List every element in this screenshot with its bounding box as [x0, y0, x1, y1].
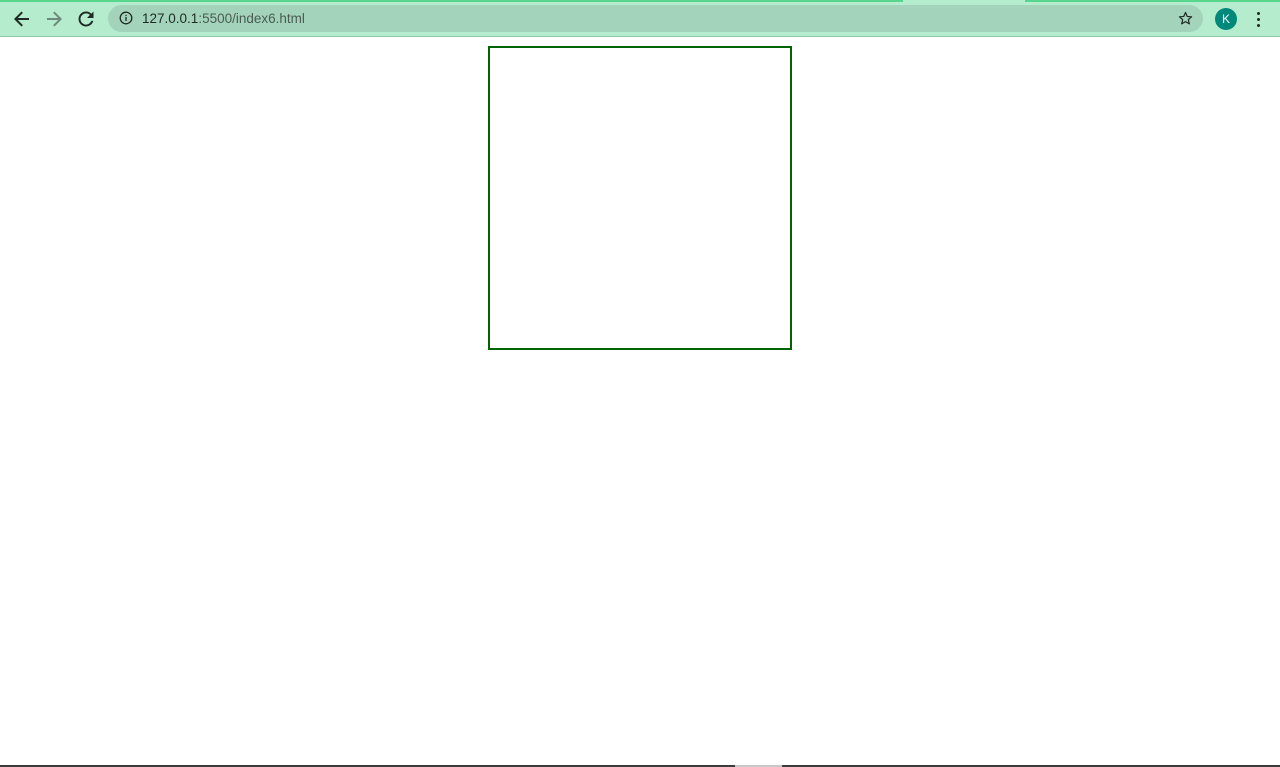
address-bar[interactable]: 127.0.0.1:5500/index6.html [108, 5, 1203, 32]
reload-icon [78, 11, 94, 27]
back-button[interactable] [8, 5, 36, 33]
browser-toolbar: 127.0.0.1:5500/index6.html K [0, 0, 1280, 37]
star-icon[interactable] [1178, 11, 1193, 26]
page-viewport [0, 38, 1280, 765]
info-icon[interactable] [119, 11, 133, 25]
profile-avatar[interactable]: K [1215, 8, 1237, 30]
tab-strip-edge [0, 0, 1280, 2]
url-path: :5500/index6.html [198, 11, 305, 26]
forward-button[interactable] [40, 5, 68, 33]
kebab-menu-icon[interactable] [1248, 8, 1268, 30]
back-arrow-icon [14, 11, 29, 27]
url-text[interactable]: 127.0.0.1:5500/index6.html [142, 11, 305, 26]
green-bordered-box [488, 46, 792, 350]
reload-button[interactable] [72, 5, 100, 33]
forward-arrow-icon [47, 11, 62, 27]
url-host: 127.0.0.1 [142, 11, 199, 26]
